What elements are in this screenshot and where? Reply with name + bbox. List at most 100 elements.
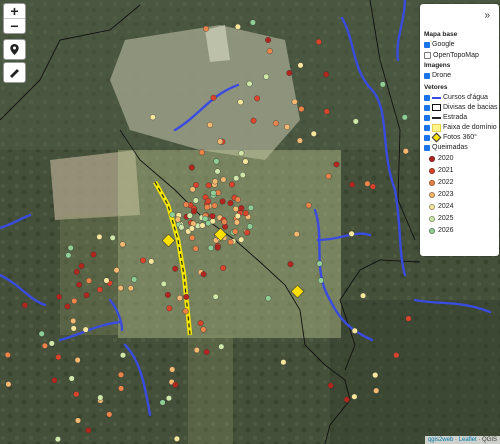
fire-point[interactable] [206,121,213,128]
fire-point[interactable] [393,352,400,359]
fire-point[interactable] [233,219,240,226]
fire-point[interactable] [351,327,358,334]
fire-point[interactable] [74,417,81,424]
fire-point[interactable] [38,330,45,337]
fire-point[interactable] [182,308,189,315]
fire-point[interactable] [74,357,81,364]
fire-point[interactable] [204,204,211,211]
fire-point[interactable] [189,234,196,241]
fire-point[interactable] [237,99,244,106]
fire-point[interactable] [250,117,257,124]
fire-point[interactable] [402,148,409,155]
fire-point[interactable] [96,233,103,240]
fire-point[interactable] [109,234,116,241]
fire-point[interactable] [210,94,217,101]
fire-point[interactable] [323,71,330,78]
checkbox-checked-icon[interactable] [424,72,430,79]
fire-point[interactable] [209,218,216,225]
fire-point[interactable] [117,371,124,378]
fire-point[interactable] [68,375,75,382]
fire-point[interactable] [202,215,209,222]
fire-point[interactable] [149,114,156,121]
collapse-panel-button[interactable]: » [484,10,490,21]
checkbox-checked-icon[interactable] [424,114,430,121]
fire-point[interactable] [220,265,227,272]
fire-point[interactable] [54,436,61,443]
fire-point[interactable] [246,223,253,230]
qgis2web-link[interactable]: qgis2web [428,437,453,443]
fire-point[interactable] [82,326,89,333]
fire-point[interactable] [234,196,241,203]
fire-point[interactable] [265,295,272,302]
fire-point[interactable] [197,320,204,327]
leaflet-link[interactable]: Leaflet [459,437,477,443]
fire-point[interactable] [310,130,317,137]
fire-point[interactable] [293,231,300,238]
fire-point[interactable] [159,399,166,406]
fire-point[interactable] [323,108,330,115]
fire-point[interactable] [70,318,77,325]
fire-point[interactable] [188,164,195,171]
fire-point[interactable] [246,80,253,87]
layer-toggle-google[interactable]: Google [424,40,455,49]
fire-point[interactable] [41,342,48,349]
fire-point[interactable] [284,123,291,130]
fire-point[interactable] [305,202,312,209]
fire-point[interactable] [65,252,72,259]
fire-point[interactable] [280,359,287,366]
fire-point[interactable] [379,81,386,88]
layer-toggle-water-courses[interactable]: Cursos d'água [424,93,488,102]
zoom-out-button[interactable]: − [4,18,25,33]
fire-point[interactable] [56,293,63,300]
fire-point[interactable] [349,181,356,188]
fire-point[interactable] [325,173,332,180]
layer-toggle-fires[interactable]: Queimadas [424,143,468,152]
fire-point[interactable] [348,230,355,237]
fire-point[interactable] [189,186,196,193]
zoom-in-button[interactable]: + [4,4,25,18]
fire-point[interactable] [238,150,245,157]
fire-point[interactable] [4,351,11,358]
fire-point[interactable] [244,229,251,236]
fire-point[interactable] [369,183,376,190]
fire-point[interactable] [21,302,28,309]
fire-point[interactable] [127,285,134,292]
layer-toggle-right-of-way[interactable]: Faixa de domínio [424,123,497,132]
fire-point[interactable] [183,293,190,300]
fire-point[interactable] [227,239,234,246]
fire-point[interactable] [200,326,207,333]
fire-point[interactable] [360,292,367,299]
checkbox-checked-icon[interactable] [424,134,430,141]
fire-point[interactable] [83,292,90,299]
fire-point[interactable] [247,204,254,211]
fire-point[interactable] [70,325,77,332]
fire-point[interactable] [172,381,179,388]
fire-point[interactable] [213,158,220,165]
fire-point[interactable] [265,37,272,44]
fire-point[interactable] [351,393,358,400]
fire-point[interactable] [405,315,412,322]
fire-point[interactable] [317,277,324,284]
layer-toggle-opentopomap[interactable]: OpenTopoMap [424,51,479,60]
fire-point[interactable] [207,244,214,251]
fire-point[interactable] [291,98,298,105]
fire-point[interactable] [172,265,179,272]
fire-point[interactable] [176,295,183,302]
fire-point[interactable] [239,171,246,178]
fire-point[interactable] [164,291,171,298]
fire-point[interactable] [212,178,219,185]
fire-point[interactable] [117,285,124,292]
layer-toggle-drone[interactable]: Drone [424,71,451,80]
fire-point[interactable] [106,411,113,418]
fire-point[interactable] [190,208,197,215]
fire-point[interactable] [166,305,173,312]
fire-point[interactable] [78,262,85,269]
fire-point[interactable] [228,181,235,188]
fire-point[interactable] [203,25,210,32]
fire-point[interactable] [73,391,80,398]
measure-button[interactable] [3,62,26,83]
fire-point[interactable] [219,198,226,205]
fire-point[interactable] [174,216,181,223]
fire-point[interactable] [192,197,199,204]
fire-point[interactable] [254,95,261,102]
